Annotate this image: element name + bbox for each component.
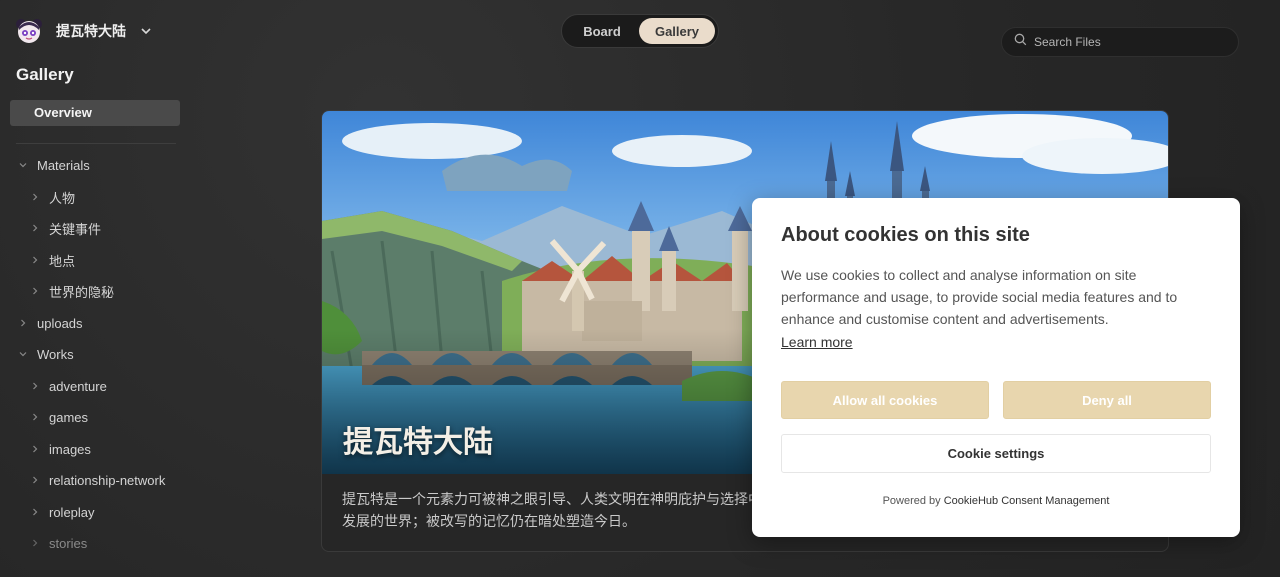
tree-item-label: games	[49, 409, 89, 425]
search-input[interactable]	[1034, 35, 1224, 49]
tree-item-label: 世界的隐秘	[49, 284, 115, 300]
sidebar-item-overview[interactable]: Overview	[10, 100, 180, 126]
tree-item-label: images	[49, 441, 91, 457]
tree-item-label: 关键事件	[49, 221, 102, 237]
deny-all-button[interactable]: Deny all	[1003, 381, 1211, 419]
tree-folder-roleplay[interactable]: roleplay	[30, 502, 95, 522]
tree-folder-materials[interactable]: Materials	[18, 155, 90, 175]
tree-folder-locations[interactable]: 地点	[30, 250, 75, 270]
tree-item-label: roleplay	[49, 504, 95, 520]
divider	[16, 143, 176, 144]
chevron-right-icon	[18, 318, 28, 328]
card-title: 提瓦特大陆	[343, 425, 493, 460]
cookie-dialog-body: We use cookies to collect and analyse in…	[781, 267, 1178, 327]
tree-folder-stories[interactable]: stories	[30, 533, 87, 553]
workspace-switcher[interactable]: 提瓦特大陆	[16, 18, 152, 44]
sidebar: 提瓦特大陆 Gallery Overview Materials 人物 关键事件…	[0, 0, 195, 577]
avatar	[16, 18, 42, 44]
workspace-name: 提瓦特大陆	[56, 24, 126, 40]
cookie-consent-dialog: About cookies on this site We use cookie…	[752, 198, 1240, 537]
tree-folder-images[interactable]: images	[30, 439, 91, 459]
tree-folder-people[interactable]: 人物	[30, 187, 75, 207]
tree-folder-key-events[interactable]: 关键事件	[30, 218, 101, 238]
tree-folder-uploads[interactable]: uploads	[18, 313, 83, 333]
tree-folder-games[interactable]: games	[30, 407, 88, 427]
tree-folder-adventure[interactable]: adventure	[30, 376, 107, 396]
chevron-right-icon	[30, 507, 40, 517]
tree-item-label: adventure	[49, 378, 107, 394]
card-description: 提瓦特是一个元素力可被神之眼引导、人类文明在神明庇护与选择中发展的世界；被改写的…	[342, 492, 762, 530]
tree-folder-relationship-network[interactable]: relationship-network	[30, 470, 165, 490]
cookie-settings-button[interactable]: Cookie settings	[781, 434, 1211, 473]
tree-item-label: uploads	[37, 315, 83, 331]
tree-item-label: 人物	[49, 190, 76, 206]
chevron-right-icon	[30, 286, 40, 296]
tab-board[interactable]: Board	[565, 18, 639, 44]
chevron-right-icon	[30, 223, 40, 233]
powered-by: Powered by CookieHub Consent Management	[752, 495, 1240, 507]
tree-folder-works[interactable]: Works	[18, 344, 74, 364]
chevron-right-icon	[30, 444, 40, 454]
tree-item-label: stories	[49, 535, 88, 551]
view-switcher: Board Gallery	[561, 14, 719, 48]
chevron-right-icon	[30, 475, 40, 485]
chevron-right-icon	[30, 538, 40, 548]
allow-all-cookies-button[interactable]: Allow all cookies	[781, 381, 989, 419]
chevron-right-icon	[30, 192, 40, 202]
tree-folder-world-secrets[interactable]: 世界的隐秘	[30, 281, 114, 301]
search-box	[1001, 27, 1239, 57]
chevron-down-icon	[18, 160, 28, 170]
chevron-down-icon[interactable]	[140, 25, 152, 37]
cookie-button-row: Allow all cookies Deny all	[781, 381, 1211, 419]
chevron-right-icon	[30, 255, 40, 265]
cookie-dialog-title: About cookies on this site	[781, 224, 1030, 246]
cookiehub-link[interactable]: CookieHub Consent Management	[944, 495, 1110, 507]
chevron-down-icon	[18, 349, 28, 359]
tree-item-label: relationship-network	[49, 472, 166, 488]
tab-gallery[interactable]: Gallery	[639, 18, 715, 44]
tree-item-label: 地点	[49, 253, 76, 269]
powered-by-label: Powered by	[882, 495, 941, 507]
search-icon	[1014, 33, 1027, 51]
tree-item-label: Works	[37, 346, 74, 362]
section-title: Gallery	[16, 65, 74, 84]
tree-item-label: Materials	[37, 157, 90, 173]
learn-more-link[interactable]: Learn more	[781, 334, 853, 350]
chevron-right-icon	[30, 412, 40, 422]
chevron-right-icon	[30, 381, 40, 391]
